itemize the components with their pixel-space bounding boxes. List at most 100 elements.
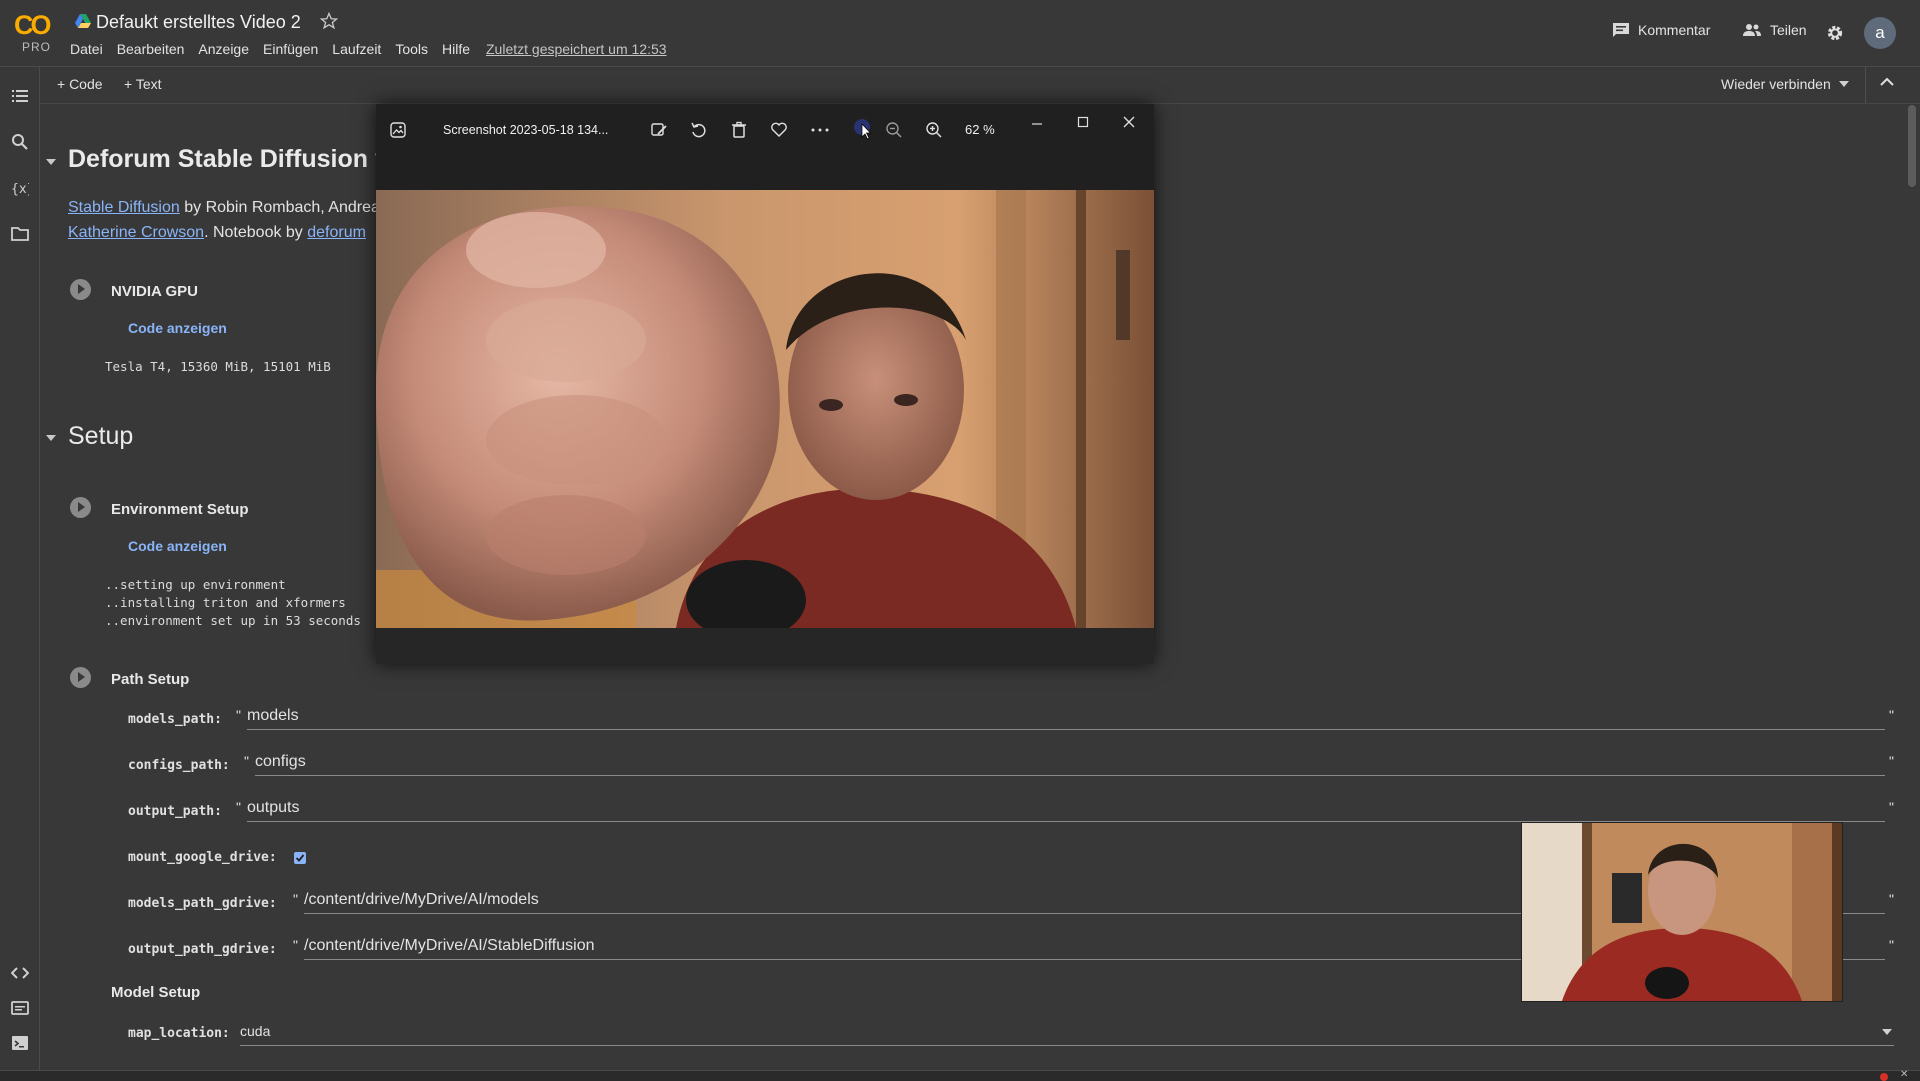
quote-mark: "	[1889, 937, 1894, 953]
quote-mark: "	[1889, 707, 1894, 723]
quote-mark: "	[1889, 753, 1894, 769]
menu-bar: Datei Bearbeiten Anzeige Einfügen Laufze…	[70, 41, 484, 57]
trash-icon[interactable]	[730, 121, 748, 139]
chevron-down-icon[interactable]	[1831, 81, 1849, 87]
menu-hilfe[interactable]: Hilfe	[442, 41, 470, 57]
output-path-gdrive-label: output_path_gdrive:	[128, 942, 277, 957]
image-viewer-window: Screenshot 2023-05-18 134... 62 %	[376, 104, 1154, 664]
deforum-link[interactable]: deforum	[307, 224, 366, 241]
quote-mark: "	[236, 707, 241, 723]
run-cell-button[interactable]	[70, 667, 91, 688]
menu-einfuegen[interactable]: Einfügen	[263, 41, 318, 57]
quote-mark: "	[293, 891, 298, 907]
add-code-button[interactable]: + Code	[57, 76, 103, 92]
intro-line-2: Katherine Crowson. Notebook by deforum	[68, 224, 366, 242]
chevron-down-icon[interactable]	[1882, 1029, 1892, 1035]
model-setup-heading: Model Setup	[111, 984, 201, 1001]
menu-anzeige[interactable]: Anzeige	[198, 41, 249, 57]
quote-mark: "	[244, 753, 249, 769]
quote-mark: "	[1889, 891, 1894, 907]
google-drive-icon	[75, 14, 91, 28]
comment-label: Kommentar	[1638, 22, 1711, 38]
status-bar: ✕	[0, 1069, 1920, 1081]
folder-icon[interactable]	[11, 225, 29, 243]
more-options-icon[interactable]	[810, 121, 830, 139]
show-code-link[interactable]: Code anzeigen	[128, 320, 227, 336]
intro-text-2: . Notebook by	[204, 224, 308, 241]
viewer-titlebar[interactable]: Screenshot 2023-05-18 134... 62 %	[376, 104, 1154, 160]
search-icon[interactable]	[11, 133, 29, 151]
reconnect-button[interactable]: Wieder verbinden	[1721, 76, 1849, 92]
run-cell-button[interactable]	[70, 279, 91, 300]
section-collapse-caret[interactable]	[46, 159, 56, 165]
photos-app-icon	[390, 122, 406, 138]
logo-text: CO	[14, 10, 51, 40]
command-palette-icon[interactable]	[11, 999, 29, 1017]
cell-title-nvidia-gpu: NVIDIA GPU	[111, 283, 198, 300]
user-avatar[interactable]: a	[1864, 17, 1896, 49]
menu-bearbeiten[interactable]: Bearbeiten	[117, 41, 185, 57]
viewer-filmstrip-bar	[376, 628, 1154, 664]
svg-text:{x}: {x}	[11, 182, 29, 197]
toolbar-divider	[1865, 67, 1866, 103]
table-of-contents-icon[interactable]	[11, 87, 29, 105]
katherine-crowson-link[interactable]: Katherine Crowson	[68, 224, 204, 241]
models-path-input[interactable]: models	[247, 707, 1885, 730]
mouse-pointer-icon	[853, 118, 875, 140]
stable-diffusion-link[interactable]: Stable Diffusion	[68, 199, 180, 216]
menu-datei[interactable]: Datei	[70, 41, 103, 57]
last-saved-link[interactable]: Zuletzt gespeichert um 12:53	[486, 41, 667, 57]
map-location-select[interactable]: cuda	[240, 1023, 1894, 1046]
cell-output-gpu: Tesla T4, 15360 MiB, 15101 MiB	[105, 359, 331, 374]
edit-image-icon[interactable]	[650, 121, 668, 139]
configs-path-input[interactable]: configs	[255, 753, 1885, 776]
section-heading-deforum: Deforum Stable Diffusion v	[68, 145, 389, 173]
chevron-up-icon[interactable]	[1880, 77, 1894, 87]
app-header: CO PRO Defaukt erstelltes Video 2 Datei …	[0, 0, 1920, 67]
gear-icon[interactable]	[1826, 24, 1844, 42]
share-button[interactable]: Teilen	[1742, 22, 1807, 38]
quote-mark: "	[1889, 799, 1894, 815]
zoom-in-icon[interactable]	[925, 121, 943, 139]
zoom-out-icon[interactable]	[885, 121, 903, 139]
models-path-gdrive-label: models_path_gdrive:	[128, 896, 277, 911]
close-icon[interactable]: ✕	[1900, 1069, 1908, 1080]
pro-badge: PRO	[22, 40, 52, 54]
viewer-photo[interactable]	[376, 190, 1154, 628]
menu-laufzeit[interactable]: Laufzeit	[332, 41, 381, 57]
run-cell-button[interactable]	[70, 497, 91, 518]
show-code-link[interactable]: Code anzeigen	[128, 538, 227, 554]
variables-icon[interactable]: {x}	[11, 179, 29, 197]
models-path-label: models_path:	[128, 712, 222, 727]
section-heading-setup: Setup	[68, 422, 134, 450]
rotate-icon[interactable]	[690, 121, 708, 139]
notebook-toolbar: + Code + Text Wieder verbinden	[40, 67, 1920, 104]
quote-mark: "	[293, 937, 298, 953]
output-path-label: output_path:	[128, 804, 222, 819]
close-icon[interactable]	[1122, 115, 1136, 129]
code-snippets-icon[interactable]	[11, 964, 29, 982]
viewer-filename: Screenshot 2023-05-18 134...	[443, 123, 609, 137]
comment-button[interactable]: Kommentar	[1612, 22, 1710, 38]
minimize-icon[interactable]	[1030, 117, 1044, 131]
terminal-icon[interactable]	[11, 1034, 29, 1052]
output-path-input[interactable]: outputs	[247, 799, 1885, 822]
section-collapse-caret[interactable]	[46, 435, 56, 441]
scrollbar[interactable]	[1908, 105, 1916, 187]
comment-icon	[1612, 22, 1638, 38]
menu-tools[interactable]: Tools	[395, 41, 428, 57]
maximize-icon[interactable]	[1076, 115, 1090, 129]
cell-title-environment-setup: Environment Setup	[111, 501, 249, 518]
cell-title-path-setup: Path Setup	[111, 671, 190, 688]
webcam-overlay	[1521, 822, 1843, 1002]
mount-google-drive-checkbox[interactable]	[294, 852, 306, 864]
colab-logo[interactable]: CO PRO	[12, 10, 58, 56]
share-label: Teilen	[1770, 22, 1807, 38]
star-icon[interactable]	[320, 12, 338, 30]
mount-google-drive-label: mount_google_drive:	[128, 850, 277, 865]
intro-text-1: by Robin Rombach, Andrea	[179, 199, 380, 216]
notebook-title[interactable]: Defaukt erstelltes Video 2	[96, 12, 301, 33]
zoom-level[interactable]: 62 %	[965, 122, 995, 137]
heart-icon[interactable]	[770, 121, 788, 139]
add-text-button[interactable]: + Text	[124, 76, 162, 92]
